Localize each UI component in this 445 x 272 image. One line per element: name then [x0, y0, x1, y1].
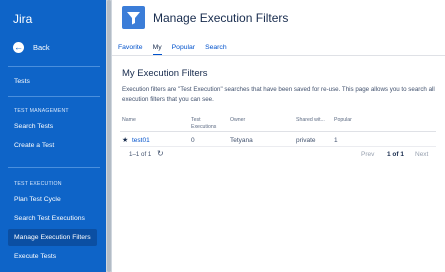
sidebar-item-search-test-executions[interactable]: Search Test Executions: [14, 215, 85, 222]
tabs-divider: [112, 55, 445, 56]
sidebar: Jira ← Back Tests TEST MANAGEMENT Search…: [0, 0, 106, 272]
page-indicator: 1 of 1: [387, 151, 404, 158]
table-row-divider: [120, 146, 436, 147]
filter-icon: [122, 6, 145, 29]
back-button[interactable]: ← Back: [13, 42, 50, 53]
column-header-shared-with[interactable]: Shared wit...: [296, 117, 325, 124]
scrollbar-thumb[interactable]: [107, 0, 111, 272]
arrow-left-icon: ←: [13, 42, 24, 53]
sidebar-item-tests[interactable]: Tests: [14, 78, 30, 85]
cell-popular: 1: [334, 137, 338, 144]
cell-shared-with: private: [296, 137, 316, 144]
sidebar-item-create-test[interactable]: Create a Test: [14, 142, 54, 149]
sidebar-item-search-tests[interactable]: Search Tests: [14, 123, 53, 130]
section-title: My Execution Filters: [122, 68, 208, 79]
result-count: 1–1 of 1: [129, 151, 152, 158]
divider: [8, 66, 100, 67]
column-header-name[interactable]: Name: [122, 117, 136, 124]
page-description: Execution filters are "Test Execution" s…: [122, 86, 435, 103]
page-title: Manage Execution Filters: [153, 11, 289, 25]
app-title: Jira: [13, 12, 33, 26]
section-heading-test-management: TEST MANAGEMENT: [14, 108, 69, 114]
divider: [8, 167, 100, 168]
sidebar-item-plan-test-cycle[interactable]: Plan Test Cycle: [14, 196, 61, 203]
cell-owner: Tetyana: [230, 137, 253, 144]
back-label: Back: [33, 43, 50, 52]
main-content: Manage Execution Filters Favorite My Pop…: [112, 0, 445, 272]
star-icon[interactable]: ★: [122, 136, 128, 144]
prev-page-button[interactable]: Prev: [361, 151, 374, 158]
column-header-test-executions[interactable]: Test Executions: [191, 117, 221, 130]
cell-test-executions: 0: [191, 137, 195, 144]
sidebar-item-manage-execution-filters[interactable]: Manage Execution Filters: [8, 229, 97, 246]
refresh-icon[interactable]: ↻: [157, 149, 164, 158]
divider: [8, 96, 100, 97]
column-header-owner[interactable]: Owner: [230, 117, 245, 124]
filter-name-link[interactable]: test01: [132, 137, 150, 144]
next-page-button[interactable]: Next: [415, 151, 428, 158]
sidebar-item-execute-tests[interactable]: Execute Tests: [14, 253, 56, 260]
section-heading-test-execution: TEST EXECUTION: [14, 181, 62, 187]
table-header-divider: [120, 131, 436, 132]
column-header-popular[interactable]: Popular: [334, 117, 352, 124]
